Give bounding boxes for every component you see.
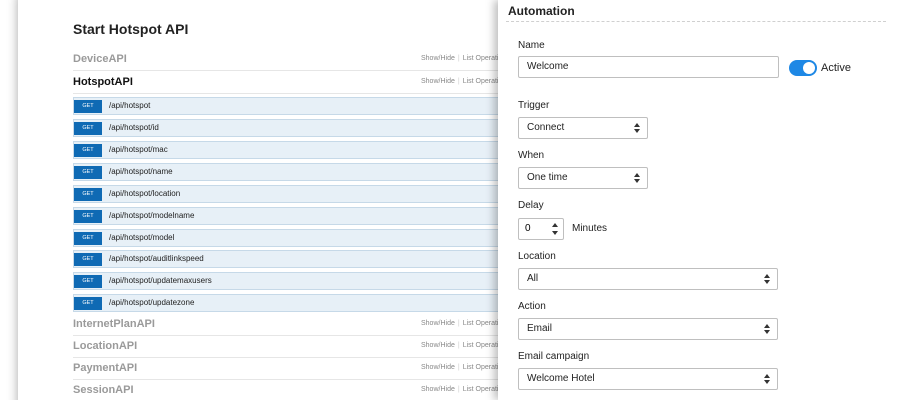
- operation-path[interactable]: /api/hotspot/updatezone: [109, 298, 194, 307]
- section-device-api[interactable]: DeviceAPI Show/Hide | List Operations: [73, 49, 513, 71]
- delay-unit: Minutes: [572, 223, 608, 234]
- section-ops: Show/Hide | List Operations: [421, 386, 510, 393]
- operation-row[interactable]: GET/api/hotspot: [73, 97, 513, 115]
- when-select[interactable]: One time: [518, 167, 648, 189]
- operation-row[interactable]: GET/api/hotspot/modelname: [73, 207, 513, 225]
- show-hide-link[interactable]: Show/Hide: [421, 386, 455, 393]
- show-hide-link[interactable]: Show/Hide: [421, 364, 455, 371]
- section-ops: Show/Hide | List Operations: [421, 342, 510, 349]
- operation-row[interactable]: GET/api/hotspot/auditlinkspeed: [73, 250, 513, 268]
- operation-row[interactable]: GET/api/hotspot/model: [73, 229, 513, 247]
- section-internetplan-api[interactable]: InternetPlanAPI Show/Hide | List Operation…: [73, 314, 513, 336]
- name-input[interactable]: Welcome: [518, 56, 779, 78]
- section-name[interactable]: InternetPlanAPI: [73, 318, 155, 330]
- section-name[interactable]: SessionAPI: [73, 384, 134, 396]
- name-input-value: Welcome: [527, 61, 569, 72]
- email-campaign-select[interactable]: Welcome Hotel: [518, 368, 778, 390]
- show-hide-link[interactable]: Show/Hide: [421, 342, 455, 349]
- section-name[interactable]: DeviceAPI: [73, 53, 127, 65]
- trigger-select[interactable]: Connect: [518, 117, 648, 139]
- section-name[interactable]: LocationAPI: [73, 340, 137, 352]
- get-method-badge: GET: [74, 144, 102, 157]
- trigger-label: Trigger: [518, 100, 550, 111]
- chevron-down-icon[interactable]: [552, 231, 558, 235]
- title-divider: [506, 21, 886, 22]
- trigger-select-value: Connect: [527, 122, 565, 133]
- action-select-value: Email: [527, 323, 553, 334]
- operation-path[interactable]: /api/hotspot: [109, 101, 150, 110]
- automation-panel: Automation Name Welcome Active Trigger C…: [498, 0, 900, 400]
- location-select-value: All: [527, 273, 539, 284]
- panel-title: Automation: [508, 4, 575, 18]
- operation-row[interactable]: GET/api/hotspot/location: [73, 185, 513, 203]
- select-arrows-icon: [764, 373, 771, 385]
- get-method-badge: GET: [74, 275, 102, 288]
- operation-path[interactable]: /api/hotspot/mac: [109, 145, 168, 154]
- section-location-api[interactable]: LocationAPI Show/Hide | List Operations: [73, 336, 513, 358]
- toggle-knob: [803, 62, 815, 74]
- operation-path[interactable]: /api/hotspot/model: [109, 233, 174, 242]
- email-campaign-label: Email campaign: [518, 351, 590, 362]
- operation-path[interactable]: /api/hotspot/updatemaxusers: [109, 276, 212, 285]
- get-method-badge: GET: [74, 100, 102, 113]
- select-arrows-icon: [634, 122, 641, 134]
- show-hide-link[interactable]: Show/Hide: [421, 78, 455, 85]
- when-label: When: [518, 150, 545, 161]
- active-toggle[interactable]: [789, 60, 817, 76]
- delay-stepper[interactable]: 0: [518, 218, 564, 240]
- select-arrows-icon: [764, 323, 771, 335]
- delay-value: 0: [525, 223, 531, 234]
- show-hide-link[interactable]: Show/Hide: [421, 320, 455, 327]
- operation-path[interactable]: /api/hotspot/location: [109, 189, 180, 198]
- operation-path[interactable]: /api/hotspot/auditlinkspeed: [109, 254, 204, 263]
- get-method-badge: GET: [74, 253, 102, 266]
- section-ops: Show/Hide | List Operations: [421, 55, 510, 62]
- get-method-badge: GET: [74, 188, 102, 201]
- spin-buttons[interactable]: [551, 220, 561, 238]
- when-select-value: One time: [527, 172, 568, 183]
- location-select[interactable]: All: [518, 268, 778, 290]
- select-arrows-icon: [764, 273, 771, 285]
- operation-row[interactable]: GET/api/hotspot/id: [73, 119, 513, 137]
- email-campaign-select-value: Welcome Hotel: [527, 373, 595, 384]
- operation-row[interactable]: GET/api/hotspot/updatezone: [73, 294, 513, 312]
- operation-row[interactable]: GET/api/hotspot/name: [73, 163, 513, 181]
- delay-label: Delay: [518, 200, 544, 211]
- get-method-badge: GET: [74, 166, 102, 179]
- name-label: Name: [518, 40, 545, 51]
- api-doc-page: Start Hotspot API DeviceAPI Show/Hide | Li…: [18, 0, 518, 400]
- section-payment-api[interactable]: PaymentAPI Show/Hide | List Operations: [73, 358, 513, 380]
- chevron-up-icon[interactable]: [552, 223, 558, 227]
- page-title: Start Hotspot API: [73, 21, 189, 37]
- section-hotspot-api[interactable]: HotspotAPI Show/Hide | List Operations: [73, 72, 513, 94]
- operation-row[interactable]: GET/api/hotspot/updatemaxusers: [73, 272, 513, 290]
- get-method-badge: GET: [74, 122, 102, 135]
- section-name[interactable]: PaymentAPI: [73, 362, 137, 374]
- select-arrows-icon: [634, 172, 641, 184]
- section-name[interactable]: HotspotAPI: [73, 76, 133, 88]
- action-label: Action: [518, 301, 546, 312]
- operation-path[interactable]: /api/hotspot/modelname: [109, 211, 194, 220]
- get-method-badge: GET: [74, 232, 102, 245]
- section-ops: Show/Hide | List Operations: [421, 78, 510, 85]
- section-ops: Show/Hide | List Operations: [421, 320, 510, 327]
- get-method-badge: GET: [74, 210, 102, 223]
- location-label: Location: [518, 251, 556, 262]
- active-label: Active: [821, 62, 851, 74]
- screen: Start Hotspot API DeviceAPI Show/Hide | Li…: [0, 0, 900, 400]
- operation-path[interactable]: /api/hotspot/id: [109, 123, 159, 132]
- operation-row[interactable]: GET/api/hotspot/mac: [73, 141, 513, 159]
- section-session-api[interactable]: SessionAPI Show/Hide | List Operations: [73, 380, 513, 400]
- section-ops: Show/Hide | List Operations: [421, 364, 510, 371]
- get-method-badge: GET: [74, 297, 102, 310]
- action-select[interactable]: Email: [518, 318, 778, 340]
- operation-path[interactable]: /api/hotspot/name: [109, 167, 173, 176]
- show-hide-link[interactable]: Show/Hide: [421, 55, 455, 62]
